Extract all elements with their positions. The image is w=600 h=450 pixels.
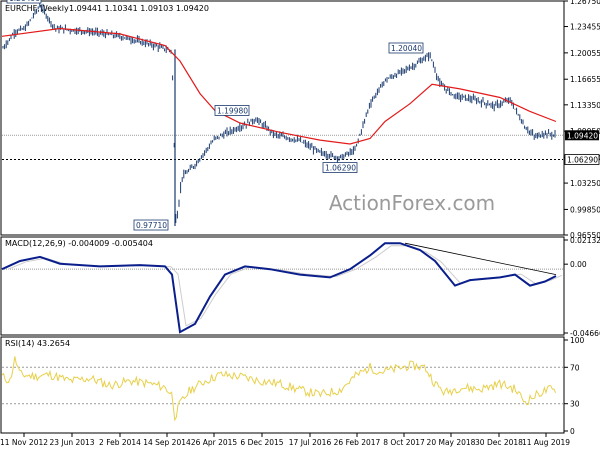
price-annotation-label: 1.19980 — [217, 106, 248, 115]
x-axis-label: 26 Apr 2015 — [191, 438, 238, 447]
x-axis-label: 26 Feb 2017 — [334, 438, 381, 447]
x-axis-label: 6 Dec 2015 — [240, 438, 283, 447]
price-axis-label: 1.03250 — [570, 179, 600, 188]
price-annotation-label: 0.97710 — [136, 221, 167, 230]
rsi-header: RSI(14) 43.2654 — [5, 339, 70, 348]
ohlc-readout: 1.09441 1.10341 1.09103 1.09420 — [69, 4, 209, 13]
rsi-axis-label: 70 — [570, 363, 580, 372]
x-axis-label: 11 Nov 2012 — [0, 438, 48, 447]
x-axis-label: 11 Aug 2019 — [522, 438, 570, 447]
x-axis-label: 30 Dec 2018 — [475, 438, 523, 447]
price-annotation-label: 1.20040 — [391, 44, 422, 53]
macd-panel[interactable] — [0, 236, 565, 336]
price-axis-label: 1.23455 — [570, 23, 600, 32]
rsi-panel[interactable] — [0, 336, 565, 434]
macd-header: MACD(12,26,9) -0.004009 -0.005404 — [5, 239, 153, 248]
price-axis-label: 0.99850 — [570, 205, 600, 214]
rsi-axis-label: 30 — [570, 400, 580, 409]
price-annotation-label: 1.26490 — [9, 0, 40, 3]
watermark: ActionForex.com — [329, 191, 495, 215]
price-axis-label: 1.13350 — [570, 101, 600, 110]
support-price-label: 1.06290 — [567, 156, 598, 165]
macd-axis-label: 0.00 — [570, 260, 587, 269]
macd-axis-label: 0.021324 — [570, 236, 600, 245]
price-axis-label: 1.20055 — [570, 49, 600, 58]
current-price-label: 1.09420 — [567, 131, 598, 140]
x-axis: 11 Nov 2012 23 Jun 2013 2 Feb 2014 14 Sep 2… — [0, 433, 570, 447]
rsi-axis-label: 100 — [570, 336, 585, 345]
trading-chart[interactable]: ActionForex.com EURCHF,Weekly 1.09441 1.… — [0, 0, 600, 450]
x-axis-label: 23 Jun 2013 — [49, 438, 94, 447]
price-annotation-label: 1.06290 — [325, 164, 356, 173]
rsi-axis-label: 0 — [570, 427, 575, 436]
x-axis-label: 8 Oct 2017 — [383, 438, 425, 447]
x-axis-label: 20 May 2018 — [427, 438, 476, 447]
x-axis-label: 2 Feb 2014 — [99, 438, 141, 447]
price-axis-label: 1.26750 — [570, 0, 600, 6]
x-axis-label: 17 Jul 2016 — [289, 438, 332, 447]
price-axis-label: 1.16655 — [570, 75, 600, 84]
x-axis-label: 14 Sep 2014 — [143, 438, 191, 447]
